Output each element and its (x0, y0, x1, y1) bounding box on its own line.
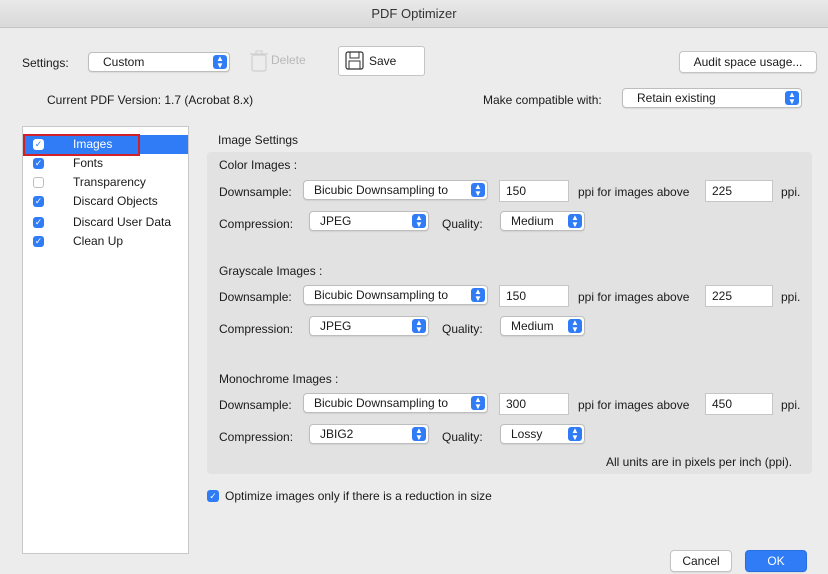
settings-label: Settings: (22, 56, 69, 70)
compat-popup[interactable]: Retain existing ▲ ▼ (622, 88, 802, 108)
compression-label: Compression: (219, 430, 294, 444)
quality-value: Medium (511, 319, 554, 333)
downsample-popup[interactable]: Bicubic Downsampling to ▲ ▼ (303, 180, 488, 200)
image-settings-title: Image Settings (218, 133, 299, 147)
units-note: All units are in pixels per inch (ppi). (606, 455, 793, 469)
delete-button[interactable]: Delete (245, 46, 324, 76)
cancel-button[interactable]: Cancel (670, 550, 732, 572)
unit-label: ppi. (781, 290, 801, 304)
compression-popup[interactable]: JPEG ▲ ▼ (309, 211, 429, 231)
downsample-popup[interactable]: Bicubic Downsampling to ▲ ▼ (303, 393, 488, 413)
save-button[interactable]: Save (338, 46, 425, 76)
popup-arrows-icon: ▲ ▼ (785, 91, 799, 106)
above-label: ppi for images above (578, 290, 690, 304)
sidebar-item-label: Clean Up (73, 234, 124, 248)
downsample-label: Downsample: (219, 398, 292, 412)
quality-label: Quality: (442, 322, 483, 336)
checkbox-checked-icon[interactable]: ✓ (33, 196, 44, 207)
optimize-only-checkbox[interactable]: ✓ Optimize images only if there is a red… (207, 488, 537, 504)
checkbox-checked-icon[interactable]: ✓ (33, 217, 44, 228)
popup-arrows-icon: ▲ ▼ (412, 427, 426, 442)
downsample-label: Downsample: (219, 290, 292, 304)
optimize-only-label: Optimize images only if there is a reduc… (225, 489, 492, 503)
group-title: Grayscale Images : (219, 264, 323, 278)
quality-value: Medium (511, 214, 554, 228)
sidebar-item-discard-user-data[interactable]: ✓ Discard User Data (23, 213, 188, 232)
group-title: Monochrome Images : (219, 372, 339, 386)
popup-arrows-icon: ▲ ▼ (471, 396, 485, 411)
compression-popup[interactable]: JPEG ▲ ▼ (309, 316, 429, 336)
audit-space-button[interactable]: Audit space usage... (679, 51, 817, 73)
sidebar-item-clean-up[interactable]: ✓ Clean Up (23, 232, 188, 251)
checkbox-checked-icon[interactable]: ✓ (33, 158, 44, 169)
popup-arrows-icon: ▲ ▼ (568, 214, 582, 229)
above-ppi-field[interactable]: 225 (705, 180, 773, 202)
downsample-value: Bicubic Downsampling to (314, 183, 449, 197)
compression-label: Compression: (219, 322, 294, 336)
downsample-label: Downsample: (219, 185, 292, 199)
quality-label: Quality: (442, 430, 483, 444)
above-label: ppi for images above (578, 185, 690, 199)
group-title: Color Images : (219, 158, 298, 172)
downsample-value: Bicubic Downsampling to (314, 288, 449, 302)
compression-value: JBIG2 (320, 427, 354, 441)
category-list: ✓ Images ✓ Fonts Transparency ✓ Discard … (22, 126, 189, 554)
popup-arrows-icon: ▲ ▼ (568, 319, 582, 334)
delete-label: Delete (271, 53, 306, 67)
save-label: Save (369, 54, 397, 68)
current-version-text: Current PDF Version: 1.7 (Acrobat 8.x) (47, 93, 254, 107)
above-label: ppi for images above (578, 398, 690, 412)
above-ppi-field[interactable]: 450 (705, 393, 773, 415)
sidebar-item-discard-objects[interactable]: ✓ Discard Objects (23, 192, 188, 211)
popup-arrows-icon: ▲ ▼ (568, 427, 582, 442)
checkbox-checked-icon[interactable]: ✓ (33, 236, 44, 247)
highlight-box (23, 134, 140, 156)
popup-arrows-icon: ▲ ▼ (412, 214, 426, 229)
compression-popup[interactable]: JBIG2 ▲ ▼ (309, 424, 429, 444)
ppi-field[interactable]: 150 (499, 285, 569, 307)
compat-label: Make compatible with: (483, 93, 602, 107)
above-ppi-field[interactable]: 225 (705, 285, 773, 307)
checkbox-unchecked-icon[interactable] (33, 177, 44, 188)
sidebar-item-transparency[interactable]: Transparency (23, 173, 188, 192)
quality-popup[interactable]: Medium ▲ ▼ (500, 211, 585, 231)
compression-value: JPEG (320, 319, 352, 333)
settings-value: Custom (103, 55, 145, 69)
sidebar-item-label: Discard Objects (73, 194, 158, 208)
unit-label: ppi. (781, 398, 801, 412)
sidebar-item-label: Discard User Data (73, 215, 172, 229)
quality-popup[interactable]: Lossy ▲ ▼ (500, 424, 585, 444)
window-title: PDF Optimizer (0, 0, 828, 28)
ppi-field[interactable]: 300 (499, 393, 569, 415)
quality-popup[interactable]: Medium ▲ ▼ (500, 316, 585, 336)
downsample-value: Bicubic Downsampling to (314, 396, 449, 410)
checkbox-checked-icon[interactable]: ✓ (207, 490, 219, 502)
settings-popup[interactable]: Custom ▲ ▼ (88, 52, 230, 72)
ppi-field[interactable]: 150 (499, 180, 569, 202)
save-disk-icon (345, 51, 364, 70)
sidebar-item-label: Transparency (73, 175, 146, 189)
compat-value: Retain existing (637, 91, 716, 105)
trash-icon (250, 50, 268, 72)
compression-value: JPEG (320, 214, 352, 228)
popup-arrows-icon: ▲ ▼ (213, 55, 227, 70)
quality-label: Quality: (442, 217, 483, 231)
compression-label: Compression: (219, 217, 294, 231)
quality-value: Lossy (511, 427, 543, 441)
popup-arrows-icon: ▲ ▼ (471, 183, 485, 198)
popup-arrows-icon: ▲ ▼ (471, 288, 485, 303)
popup-arrows-icon: ▲ ▼ (412, 319, 426, 334)
sidebar-item-fonts[interactable]: ✓ Fonts (23, 154, 188, 173)
sidebar-item-label: Fonts (73, 156, 104, 170)
unit-label: ppi. (781, 185, 801, 199)
downsample-popup[interactable]: Bicubic Downsampling to ▲ ▼ (303, 285, 488, 305)
ok-button[interactable]: OK (745, 550, 807, 572)
